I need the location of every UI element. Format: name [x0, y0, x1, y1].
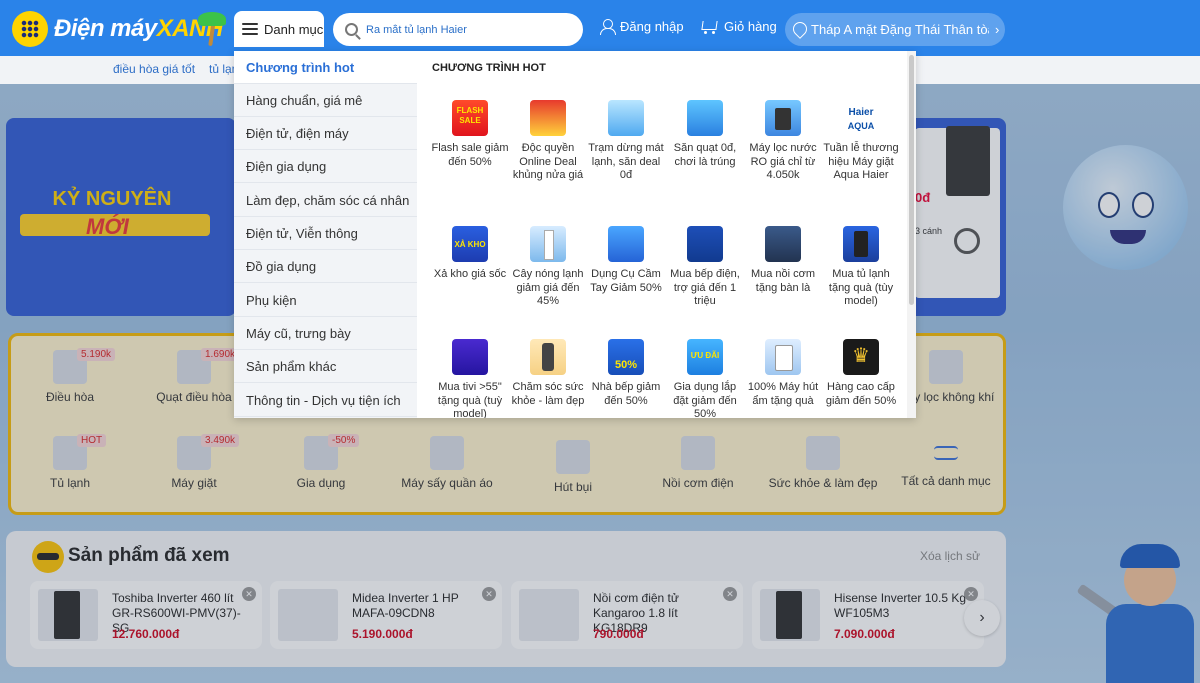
promo-heading: CHƯƠNG TRÌNH HOT [432, 62, 546, 74]
promo-item[interactable]: Cây nóng lạnh giảm giá đến 45% [509, 226, 587, 309]
haier-aqua-icon [843, 100, 879, 136]
promo-label: Mua tivi >55" tặng quà (tuỳ model) [437, 381, 503, 418]
location-selector[interactable]: Tháp A mặt Đặng Thái Thân tòa... › [785, 13, 1005, 46]
promo-item[interactable]: Tuần lễ thương hiệu Máy giặt Aqua Haier [822, 100, 900, 183]
hand-tools-icon [608, 226, 644, 262]
home-appliance-icon [687, 339, 723, 375]
category-menu-button[interactable]: Danh mục [234, 11, 324, 47]
category-menu-item[interactable]: Chương trình hot [234, 51, 425, 84]
health-beauty-icon [530, 339, 566, 375]
category-dropdown: Chương trình hot Hàng chuẩn, giá mê Điện… [234, 51, 916, 418]
promo-item[interactable]: Mua tủ lạnh tặng quà (tùy model) [822, 226, 900, 309]
promo-label: Dụng Cụ Cầm Tay Giảm 50% [590, 268, 662, 294]
location-text: Tháp A mặt Đặng Thái Thân tòa... [811, 22, 989, 37]
category-menu-item[interactable]: Điện gia dụng [234, 150, 417, 183]
promo-item[interactable]: Hàng cao cấp giảm đến 50% [822, 339, 900, 408]
promo-item[interactable]: Nhà bếp giảm đến 50% [587, 339, 665, 408]
login-label: Đăng nhập [620, 19, 684, 34]
menu-label: Danh mục [264, 21, 324, 37]
promo-item[interactable]: Dụng Cụ Cầm Tay Giảm 50% [587, 226, 665, 295]
promo-label: Mua nồi cơm tặng bàn là [750, 268, 816, 294]
palm-tree-icon [196, 10, 226, 48]
promo-label: 100% Máy hút ẩm tặng quà [747, 381, 819, 407]
fridge-gift-icon [843, 226, 879, 262]
promo-item[interactable]: Độc quyền Online Deal khủng nửa giá [509, 100, 587, 183]
category-menu-item[interactable]: Sản phẩm khác [234, 350, 417, 383]
kitchen-sale-icon [608, 339, 644, 375]
site-header: Điện máyXANH Danh mục Đăng nhập Giỏ hàng… [0, 0, 1200, 56]
category-menu-item[interactable]: Phụ kiện [234, 284, 417, 317]
logo-icon [12, 11, 48, 47]
promo-item[interactable]: Mua nồi cơm tặng bàn là [744, 226, 822, 295]
promo-label: Mua bếp điện, trợ giá đến 1 triệu [670, 268, 740, 307]
promo-item[interactable]: Máy lọc nước RO giá chỉ từ 4.050k [744, 100, 822, 183]
promo-label: Hàng cao cấp giảm đến 50% [825, 381, 897, 407]
cart-link[interactable]: Giỏ hàng [700, 19, 777, 34]
promo-label: Săn quạt 0đ, chơi là trúng [673, 142, 737, 168]
promo-label: Mua tủ lạnh tặng quà (tùy model) [828, 268, 894, 307]
category-menu-item[interactable]: Điện tử, điện máy [234, 117, 417, 150]
login-link[interactable]: Đăng nhập [600, 19, 684, 35]
user-icon [600, 19, 616, 35]
water-dispenser-icon [530, 226, 566, 262]
promo-label: Cây nóng lạnh giảm giá đến 45% [512, 268, 584, 307]
scrollbar-thumb[interactable] [909, 55, 914, 305]
promo-item[interactable]: Mua bếp điện, trợ giá đến 1 triệu [666, 226, 744, 309]
promo-panel: CHƯƠNG TRÌNH HOT Flash sale giảm đến 50%… [423, 51, 916, 418]
electric-stove-icon [687, 226, 723, 262]
fan-deal-icon [687, 100, 723, 136]
online-deal-icon [530, 100, 566, 136]
promo-label: Nhà bếp giảm đến 50% [591, 381, 661, 407]
tv-gift-icon [452, 339, 488, 375]
hamburger-icon [242, 23, 258, 35]
promo-label: Gia dụng lắp đặt giảm đến 50% [673, 381, 737, 418]
category-menu-item[interactable]: Thông tin - Dịch vụ tiện ích [234, 384, 417, 417]
location-pin-icon [793, 22, 805, 38]
chevron-right-icon: › [995, 22, 1000, 37]
clearance-icon [452, 226, 488, 262]
promo-item[interactable]: 100% Máy hút ẩm tặng quà [744, 339, 822, 408]
promo-label: Trạm dừng mát lạnh, săn deal 0đ [588, 142, 664, 181]
promo-item[interactable]: Săn quạt 0đ, chơi là trúng [666, 100, 744, 169]
category-menu-item[interactable]: Điện tử, Viễn thông [234, 217, 417, 250]
promo-label: Độc quyền Online Deal khủng nửa giá [512, 142, 584, 181]
category-menu-item[interactable]: Làm đẹp, chăm sóc cá nhân [234, 184, 417, 217]
promo-label: Máy lọc nước RO giá chỉ từ 4.050k [749, 142, 817, 181]
subnav-link[interactable]: điều hòa giá tốt [113, 62, 195, 76]
search-icon [345, 23, 358, 36]
search-input[interactable] [366, 23, 566, 36]
cool-station-icon [608, 100, 644, 136]
promo-label: Flash sale giảm đến 50% [431, 142, 509, 168]
rice-cooker-icon [765, 226, 801, 262]
category-menu-item[interactable]: Máy cũ, trưng bày [234, 317, 417, 350]
search-bar[interactable] [333, 13, 583, 46]
promo-label: Xả kho giá sốc [433, 268, 507, 280]
cart-label: Giỏ hàng [724, 19, 777, 34]
cart-icon [700, 19, 718, 34]
premium-crown-icon [843, 339, 879, 375]
category-menu-item[interactable]: Đồ gia dụng [234, 250, 417, 283]
promo-item[interactable]: Mua tivi >55" tặng quà (tuỳ model) [431, 339, 509, 418]
promo-item[interactable]: Trạm dừng mát lạnh, săn deal 0đ [587, 100, 665, 183]
site-logo[interactable]: Điện máyXANH [12, 10, 223, 48]
promo-item[interactable]: Chăm sóc sức khỏe - làm đẹp [509, 339, 587, 408]
dehumidifier-icon [765, 339, 801, 375]
category-menu-item[interactable]: Hàng chuẩn, giá mê [234, 84, 417, 117]
category-list: Chương trình hot Hàng chuẩn, giá mê Điện… [234, 51, 425, 418]
promo-label: Chăm sóc sức khỏe - làm đẹp [511, 381, 585, 407]
water-purifier-icon [765, 100, 801, 136]
promo-item[interactable]: Gia dụng lắp đặt giảm đến 50% [666, 339, 744, 418]
flash-sale-icon [452, 100, 488, 136]
promo-label: Tuần lễ thương hiệu Máy giặt Aqua Haier [823, 142, 899, 181]
promo-item[interactable]: Xả kho giá sốc [431, 226, 509, 282]
promo-item[interactable]: Flash sale giảm đến 50% [431, 100, 509, 169]
